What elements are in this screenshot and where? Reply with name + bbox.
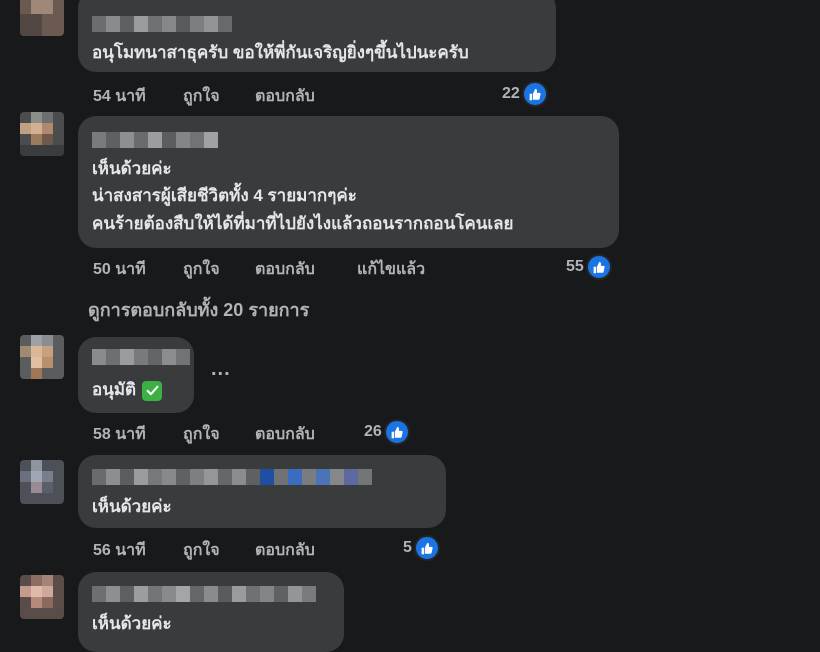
view-replies-link[interactable]: ดูการตอบกลับทั้ง 20 รายการ: [88, 295, 309, 324]
reaction-count[interactable]: 55: [566, 254, 612, 280]
comment-text: เห็นด้วยค่ะ: [92, 614, 172, 633]
blurred-author-name[interactable]: [92, 469, 372, 485]
like-action[interactable]: ถูกใจ: [183, 257, 220, 282]
comment-text: อนุโมทนาสาธุครับ ขอให้พี่กันเจริญยิ่งๆขึ…: [92, 43, 469, 62]
reply-action[interactable]: ตอบกลับ: [255, 257, 315, 282]
blurred-author-name[interactable]: [92, 132, 218, 148]
reply-action[interactable]: ตอบกลับ: [255, 422, 315, 447]
reaction-count[interactable]: 5: [403, 535, 440, 561]
avatar[interactable]: [20, 575, 64, 619]
like-icon: [383, 419, 410, 445]
like-action[interactable]: ถูกใจ: [183, 422, 220, 447]
comment-bubble: เห็นด้วยค่ะ: [78, 572, 344, 652]
avatar[interactable]: [20, 460, 64, 504]
comment-text-line: เห็นด้วยค่ะ: [92, 159, 172, 178]
reaction-count[interactable]: 26: [364, 419, 410, 445]
comment-text-line: น่าสงสารผู้เสียชีวิตทั้ง 4 รายมากๆค่ะ: [92, 186, 357, 205]
comment-bubble: เห็นด้วยค่ะ: [78, 455, 446, 528]
comment-time[interactable]: 58 นาที: [93, 422, 146, 447]
like-action[interactable]: ถูกใจ: [183, 84, 220, 109]
blurred-author-name[interactable]: [92, 349, 190, 365]
reaction-count-value: 22: [502, 85, 520, 102]
reply-action[interactable]: ตอบกลับ: [255, 84, 315, 109]
blurred-author-name[interactable]: [92, 16, 232, 32]
reaction-count-value: 55: [566, 258, 584, 275]
comment-text-label: อนุมัติ: [92, 380, 137, 399]
like-icon: [413, 535, 440, 561]
like-icon: [585, 254, 612, 280]
more-options-icon[interactable]: ...: [211, 358, 231, 381]
like-icon: [521, 81, 548, 107]
comment-bubble: อนุโมทนาสาธุครับ ขอให้พี่กันเจริญยิ่งๆขึ…: [78, 0, 556, 72]
comment-bubble: อนุมัติ: [78, 337, 194, 413]
comment-text: อนุมัติ: [92, 376, 163, 403]
reaction-count[interactable]: 22: [502, 81, 548, 107]
edited-label[interactable]: แก้ไขแล้ว: [357, 257, 425, 282]
avatar[interactable]: [20, 0, 64, 36]
reaction-count-value: 5: [403, 539, 412, 556]
blurred-author-name[interactable]: [92, 586, 316, 602]
comment-time[interactable]: 54 นาที: [93, 84, 146, 109]
check-mark-icon: [142, 380, 163, 401]
avatar[interactable]: [20, 335, 64, 379]
comment-text-line: คนร้ายต้องสืบให้ได้ที่มาที่ไปยังไงแล้วถอ…: [92, 214, 514, 233]
comment-time[interactable]: 50 นาที: [93, 257, 146, 282]
reply-action[interactable]: ตอบกลับ: [255, 538, 315, 563]
comment-time[interactable]: 56 นาที: [93, 538, 146, 563]
like-action[interactable]: ถูกใจ: [183, 538, 220, 563]
avatar[interactable]: [20, 112, 64, 156]
reaction-count-value: 26: [364, 423, 382, 440]
comment-bubble: เห็นด้วยค่ะ น่าสงสารผู้เสียชีวิตทั้ง 4 ร…: [78, 116, 619, 248]
comment-text: เห็นด้วยค่ะ: [92, 497, 172, 516]
